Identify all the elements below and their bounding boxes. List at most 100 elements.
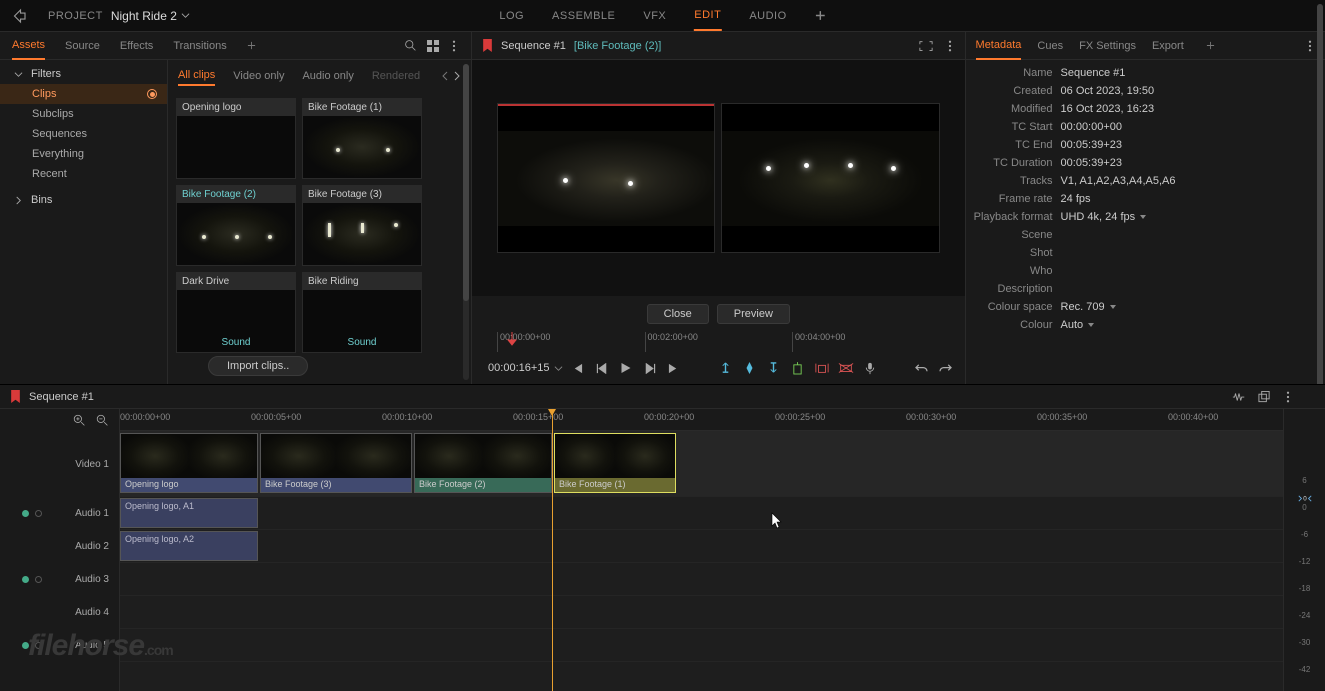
metadata-value[interactable]: 06 Oct 2023, 19:50 (1061, 85, 1311, 97)
metadata-row[interactable]: Modified16 Oct 2023, 16:23 (966, 100, 1311, 118)
panel-menu-icon[interactable] (449, 40, 459, 52)
step-back-button[interactable] (593, 359, 611, 377)
viewer-menu-icon[interactable] (945, 40, 955, 52)
metadata-value[interactable]: Auto (1061, 319, 1311, 331)
track-header-audio1[interactable]: Audio 1 (0, 497, 119, 530)
clip-bike-footage-3[interactable]: Bike Footage (3) (302, 185, 422, 266)
clip-bike-footage-2[interactable]: Bike Footage (2) (176, 185, 296, 266)
viewer-frame-left[interactable] (497, 103, 715, 253)
tab-vfx[interactable]: VFX (643, 2, 666, 30)
redo-button[interactable] (937, 359, 955, 377)
metadata-row[interactable]: TC Start00:00:00+00 (966, 118, 1311, 136)
undo-button[interactable] (913, 359, 931, 377)
timeline-clip[interactable]: Bike Footage (3) (260, 433, 412, 493)
prev-icon[interactable] (441, 71, 449, 81)
metadata-value[interactable]: 24 fps (1061, 193, 1311, 205)
mark-in-button[interactable] (717, 359, 735, 377)
metadata-row[interactable]: NameSequence #1 (966, 64, 1311, 82)
go-start-button[interactable] (569, 359, 587, 377)
add-marker-button[interactable] (789, 359, 807, 377)
clip-scrollbar[interactable] (463, 64, 469, 380)
step-fwd-button[interactable] (641, 359, 659, 377)
timeline-tracks[interactable]: 00:00:00+0000:00:05+0000:00:10+0000:00:1… (120, 409, 1283, 691)
clip-dark-drive[interactable]: Dark DriveSound (176, 272, 296, 353)
duplicate-icon[interactable] (1258, 391, 1271, 403)
metadata-value[interactable]: 00:05:39+23 (1061, 157, 1311, 169)
metadata-row[interactable]: TracksV1, A1,A2,A3,A4,A5,A6 (966, 172, 1311, 190)
timeline-clip[interactable]: Opening logo (120, 433, 258, 493)
clip-opening-logo[interactable]: Opening logo (176, 98, 296, 179)
tab-transitions[interactable]: Transitions (173, 33, 226, 59)
fullscreen-icon[interactable] (919, 40, 933, 52)
microphone-button[interactable] (861, 359, 879, 377)
filter-subclips[interactable]: Subclips (0, 104, 167, 124)
filter-sequences[interactable]: Sequences (0, 124, 167, 144)
waveform-icon[interactable] (1232, 391, 1246, 403)
timeline-playhead[interactable] (552, 409, 553, 691)
play-button[interactable] (617, 359, 635, 377)
timeline-clip[interactable]: Bike Footage (2) (414, 433, 552, 493)
cliptab-audio[interactable]: Audio only (302, 67, 353, 85)
timeline-audio-clip[interactable]: Opening logo, A1 (120, 498, 258, 528)
bookmark-icon[interactable] (10, 390, 21, 403)
tab-assemble[interactable]: ASSEMBLE (552, 2, 615, 30)
mark-out-button[interactable] (765, 359, 783, 377)
go-end-button[interactable] (665, 359, 683, 377)
metadata-value[interactable]: 16 Oct 2023, 16:23 (1061, 103, 1311, 115)
metadata-row[interactable]: TC Duration00:05:39+23 (966, 154, 1311, 172)
tab-effects[interactable]: Effects (120, 33, 153, 59)
viewer-sub-name[interactable]: [Bike Footage (2)] (574, 40, 661, 52)
track-video1[interactable]: Opening logoBike Footage (3)Bike Footage… (120, 431, 1283, 497)
tab-assets[interactable]: Assets (12, 32, 45, 60)
timeline-menu-icon[interactable] (1283, 391, 1293, 403)
metadata-value[interactable]: 00:00:00+00 (1061, 121, 1311, 133)
metadata-row[interactable]: Created06 Oct 2023, 19:50 (966, 82, 1311, 100)
cliptab-video[interactable]: Video only (233, 67, 284, 85)
metadata-row[interactable]: TC End00:05:39+23 (966, 136, 1311, 154)
metadata-row[interactable]: ColourAuto (966, 316, 1311, 334)
track-header-audio5[interactable]: Audio 5 (0, 629, 119, 662)
tab-source[interactable]: Source (65, 33, 100, 59)
track-header-audio4[interactable]: Audio 4 (0, 596, 119, 629)
tab-log[interactable]: LOG (499, 2, 524, 30)
timeline-ruler[interactable]: 00:00:00+0000:00:05+0000:00:10+0000:00:1… (120, 409, 1283, 431)
tab-edit[interactable]: EDIT (694, 1, 721, 31)
track-header-video1[interactable]: Video 1 (0, 431, 119, 497)
clip-bike-riding[interactable]: Bike RidingSound (302, 272, 422, 353)
timeline-clip[interactable]: Bike Footage (1) (554, 433, 676, 493)
add-tab-icon[interactable] (815, 10, 826, 21)
viewer-ruler[interactable]: 00:00:00+00 00:02:00+00 00:04:00+00 (472, 332, 964, 352)
timecode-display[interactable]: 00:00:16+15 (488, 362, 562, 374)
mark-button[interactable] (741, 359, 759, 377)
metadata-row[interactable]: Description (966, 280, 1311, 298)
search-icon[interactable] (404, 39, 417, 52)
project-name-dropdown[interactable]: Night Ride 2 (111, 9, 190, 23)
track-audio4[interactable] (120, 596, 1283, 629)
timeline-audio-clip[interactable]: Opening logo, A2 (120, 531, 258, 561)
tab-export[interactable]: Export (1152, 33, 1184, 59)
panel-menu-icon[interactable] (1305, 40, 1315, 52)
viewer-sequence-name[interactable]: Sequence #1 (501, 40, 566, 52)
track-audio1[interactable]: Opening logo, A1 (120, 497, 1283, 530)
bookmark-icon[interactable] (482, 39, 493, 52)
track-audio3[interactable] (120, 563, 1283, 596)
tab-cues[interactable]: Cues (1037, 33, 1063, 59)
metadata-row[interactable]: Shot (966, 244, 1311, 262)
close-button[interactable]: Close (647, 304, 709, 324)
add-panel-tab-icon[interactable] (247, 41, 256, 50)
filter-everything[interactable]: Everything (0, 144, 167, 164)
metadata-scrollbar[interactable] (1317, 60, 1323, 384)
filter-recent[interactable]: Recent (0, 164, 167, 184)
import-clips-button[interactable]: Import clips.. (208, 356, 308, 376)
metadata-row[interactable]: Frame rate24 fps (966, 190, 1311, 208)
metadata-value[interactable]: V1, A1,A2,A3,A4,A5,A6 (1061, 175, 1311, 187)
filters-header[interactable]: Filters (0, 64, 167, 84)
filter-clips[interactable]: Clips (0, 84, 167, 104)
tab-metadata[interactable]: Metadata (976, 32, 1022, 60)
metadata-row[interactable]: Playback formatUHD 4k, 24 fps (966, 208, 1311, 226)
tab-fx-settings[interactable]: FX Settings (1079, 33, 1136, 59)
zoom-in-icon[interactable] (73, 414, 86, 427)
metadata-value[interactable]: UHD 4k, 24 fps (1061, 211, 1311, 223)
insert-button[interactable] (813, 359, 831, 377)
viewer-playhead-icon[interactable] (507, 332, 517, 346)
